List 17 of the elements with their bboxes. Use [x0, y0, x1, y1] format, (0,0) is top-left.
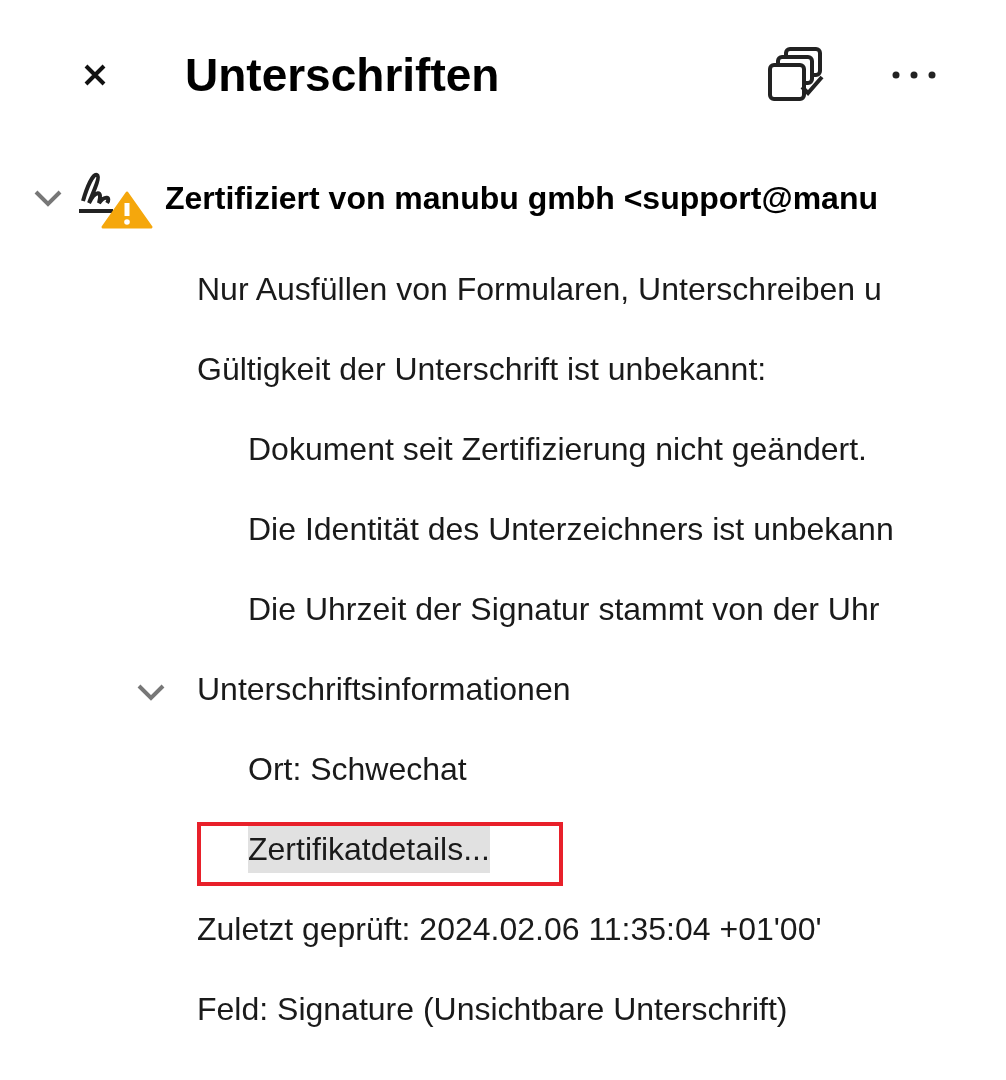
tree-item[interactable]: Ort: Schwechat — [248, 745, 467, 793]
panel-title: Unterschriften — [185, 52, 500, 98]
info-text: Die Uhrzeit der Signatur stammt von der Uhr — [248, 590, 880, 629]
info-text: Zuletzt geprüft: 2024.02.06 11:35:04 +01'00' — [197, 910, 822, 949]
info-text: Die Identität des Unterzeichners ist unbekann — [248, 510, 894, 549]
more-icon[interactable] — [892, 71, 936, 79]
info-text: Nur Ausfüllen von Formularen, Unterschreiben u — [197, 270, 882, 309]
info-text: Feld: Signature (Unsichtbare Unterschrift) — [197, 990, 788, 1029]
cards-check-icon[interactable] — [768, 47, 826, 103]
info-text: Dokument seit Zertifizierung nicht geändert. — [248, 430, 867, 469]
chevron-icon[interactable] — [33, 189, 63, 207]
info-text: Gültigkeit der Unterschrift ist unbekannt: — [197, 350, 767, 389]
close-icon[interactable] — [83, 63, 107, 87]
tree-item[interactable]: Zertifikatdetails... — [248, 825, 490, 873]
signature-title[interactable]: Zertifiziert von manubu gmbh <support@manu — [165, 174, 878, 222]
info-text: Unterschriftsinformationen — [197, 670, 571, 709]
chevron-icon[interactable] — [136, 683, 166, 701]
